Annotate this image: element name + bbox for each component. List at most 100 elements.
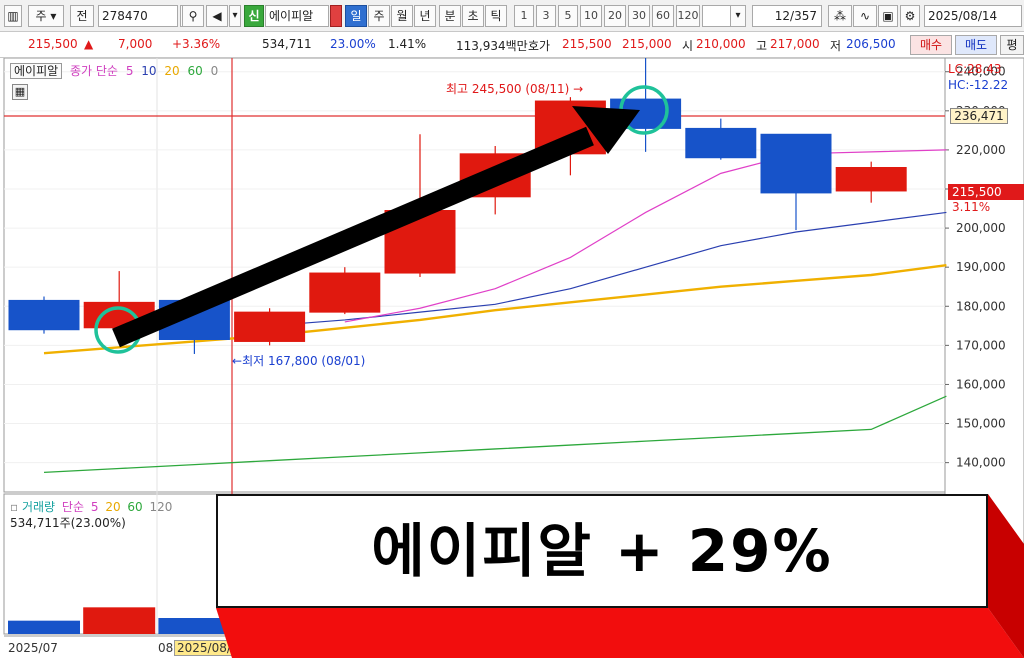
up-arrow-icon: ▲	[84, 37, 94, 51]
code-input[interactable]: 278470	[98, 5, 178, 27]
ratio: 1.41%	[388, 37, 427, 51]
volume-bar	[8, 620, 80, 634]
chevron-down-icon[interactable]: ▾	[730, 5, 746, 27]
ytick-label: 190,000	[956, 260, 1006, 274]
ma60-line	[43, 395, 947, 474]
volume-bar	[459, 607, 532, 634]
page-current: 12	[774, 9, 791, 23]
stock-name: 에이피알	[269, 9, 314, 23]
period-year[interactable]: 년	[414, 5, 436, 27]
volume-bar	[158, 618, 231, 634]
headline-banner: 에이피알 + 29%	[216, 494, 988, 608]
high-annotation-text: 최고 245,500 (08/11)	[446, 82, 570, 96]
hc-value: HC:-12.22	[948, 78, 1009, 92]
legend-ma0: 0	[210, 64, 219, 78]
market-select[interactable]: 주 ▾	[28, 5, 64, 27]
left-arrow-icon: ←	[232, 354, 243, 368]
interval-5[interactable]: 5	[558, 5, 578, 27]
volume-ma120: 120	[149, 500, 173, 514]
reference-price-label: 236,471	[950, 108, 1008, 124]
buy-button[interactable]: 매수	[910, 35, 952, 55]
candle-body	[835, 167, 907, 192]
current-price: 215,500	[28, 37, 78, 51]
volume-legend: ▫ 거래량 단순 5 20 60 120	[10, 498, 172, 515]
sell-button[interactable]: 매도	[955, 35, 997, 55]
lc-value: LC:28.43	[948, 62, 1002, 76]
candle-icon[interactable]: ⁂	[828, 5, 852, 27]
legend-ma5: 5	[125, 64, 134, 78]
low-label: 저	[830, 39, 842, 53]
period-minute[interactable]: 분	[439, 5, 461, 27]
volume-bar	[684, 612, 757, 634]
right-arrow-icon: →	[573, 82, 584, 96]
legend-ma-title: 종가 단순	[70, 64, 118, 78]
legend-stock-name[interactable]: 에이피알	[10, 63, 63, 79]
chart-toolbar: ▥ 주 ▾ 전 278470 ▾ ⚲ ◀ ▾ 신 에이피알 일 주 월 년 분 …	[0, 0, 1024, 32]
open-label: 시	[682, 39, 694, 53]
volume-value: 534,711주(23.00%)	[10, 516, 126, 530]
low-annotation-text: 최저 167,800 (08/01)	[242, 354, 366, 368]
interval-60[interactable]: 60	[652, 5, 674, 27]
period-second[interactable]: 초	[462, 5, 484, 27]
page-total: /357	[790, 9, 817, 23]
stock-name-field[interactable]: 에이피알	[265, 5, 329, 27]
interval-30[interactable]: 30	[628, 5, 650, 27]
candle-body	[8, 299, 80, 331]
bid-label: 호가	[528, 39, 551, 53]
low-annotation: ←최저 167,800 (08/01)	[232, 352, 365, 369]
interval-10[interactable]: 10	[580, 5, 602, 27]
legend-ma10: 10	[141, 64, 157, 78]
ytick-label: 220,000	[956, 143, 1006, 157]
volume-bar	[233, 620, 306, 634]
candle-body	[685, 127, 757, 159]
search-icon[interactable]: ⚲	[182, 5, 204, 27]
volume-ma60: 60	[127, 500, 143, 514]
current-price-label: 215,500	[948, 184, 1024, 200]
period-month[interactable]: 월	[391, 5, 413, 27]
period-day[interactable]: 일	[345, 5, 367, 27]
chevron-down-icon[interactable]: ▾	[229, 5, 241, 27]
current-pct-label: 3.11%	[952, 200, 991, 214]
volume-bar	[760, 610, 832, 634]
high-price: 217,000	[770, 37, 820, 51]
date-value: 2025/08/14	[928, 9, 998, 23]
volume-title: 거래량	[21, 500, 56, 514]
low-price: 206,500	[846, 37, 896, 51]
change-percent: +3.36%	[172, 37, 221, 51]
grid-icon[interactable]: ▦	[12, 84, 28, 100]
gear-icon[interactable]: ⚙	[900, 5, 920, 27]
volume-bar	[835, 614, 908, 634]
ytick-label: 150,000	[956, 417, 1006, 431]
bid-price-1: 215,500	[562, 37, 612, 51]
quote-bar: 215,500 ▲ 7,000 +3.36% 534,711 23.00% 1.…	[0, 32, 1024, 58]
type-select[interactable]: 전	[70, 5, 94, 27]
flag-icon	[330, 5, 342, 27]
volume-bar	[609, 604, 682, 634]
interval-20[interactable]: 20	[604, 5, 626, 27]
candle-body	[760, 133, 832, 194]
layout-icon[interactable]: ▥	[4, 5, 22, 27]
turnover-percent: 23.00%	[330, 37, 376, 51]
period-week[interactable]: 주	[368, 5, 390, 27]
speaker-icon[interactable]: ◀	[206, 5, 228, 27]
ytick-label: 180,000	[956, 299, 1006, 313]
xaxis-label-month: 2025/07	[8, 641, 58, 655]
interval-3[interactable]: 3	[536, 5, 556, 27]
evaluate-button[interactable]: 평	[1000, 35, 1024, 55]
volume-bar	[308, 614, 381, 634]
date-field[interactable]: 2025/08/14	[924, 5, 1022, 27]
interval-120[interactable]: 120	[676, 5, 700, 27]
chart-legend: 에이피알 종가 단순 5 10 20 60 0	[10, 62, 218, 79]
trend-icon[interactable]: ∿	[853, 5, 877, 27]
save-icon[interactable]: ▣	[878, 5, 898, 27]
volume-pane-icon: ▫	[10, 500, 19, 514]
legend-ma20: 20	[164, 64, 180, 78]
candle-body	[309, 272, 381, 313]
volume-ma-title: 단순	[61, 500, 85, 514]
trade-amount: 113,934백만	[456, 39, 528, 53]
interval-1[interactable]: 1	[514, 5, 534, 27]
xaxis-label-cursor: 2025/08/01	[174, 640, 250, 656]
period-tick[interactable]: 틱	[485, 5, 507, 27]
volume-ma5: 5	[90, 500, 99, 514]
open-price: 210,000	[696, 37, 746, 51]
